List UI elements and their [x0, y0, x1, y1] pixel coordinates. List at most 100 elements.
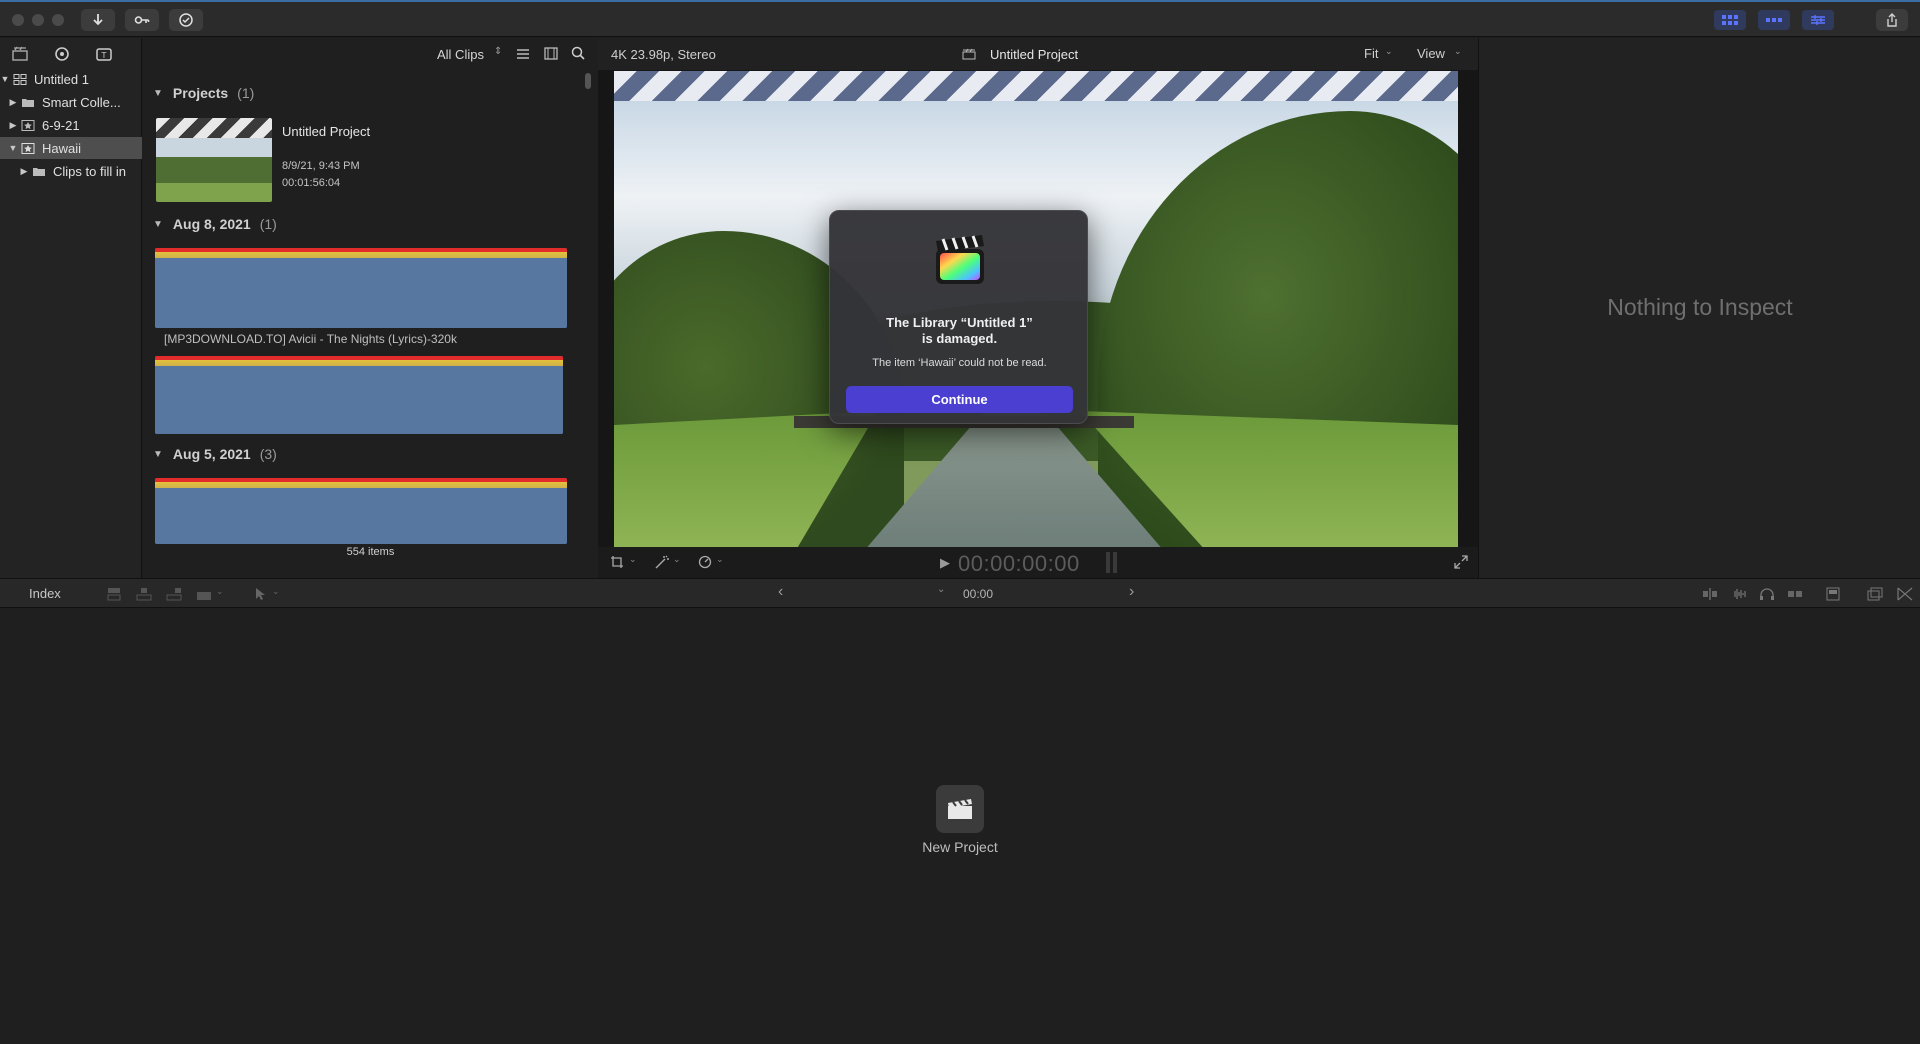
section-count: (1)	[237, 85, 255, 101]
clapper-stripe	[156, 118, 272, 138]
minimize-window-button[interactable]	[32, 14, 44, 26]
browser-layout-button[interactable]	[1714, 10, 1746, 30]
browser-scrollbar[interactable]	[585, 73, 591, 89]
audio-clip-waveform[interactable]	[155, 478, 567, 544]
library-item-6-9-21[interactable]: ▶ 6-9-21	[0, 114, 142, 136]
fit-zoom-menu[interactable]: Fit	[1364, 46, 1378, 61]
timeline-history-icon[interactable]	[1867, 587, 1883, 601]
disclosure-expanded-icon[interactable]: ▼	[153, 219, 163, 230]
continue-button[interactable]: Continue	[846, 386, 1073, 413]
forward-arrow-icon[interactable]: ›	[1129, 583, 1134, 601]
section-projects-header[interactable]: ▼ Projects (1)	[153, 85, 254, 101]
clip-appearance-icon[interactable]	[1825, 587, 1841, 601]
audio-clip-waveform[interactable]	[155, 356, 563, 434]
disclosure-expanded-icon[interactable]: ▼	[153, 88, 163, 99]
library-item-hawaii[interactable]: ▼ Hawaii	[0, 137, 142, 159]
filter-updown-icon[interactable]: ⇕	[494, 46, 502, 57]
chevron-down-icon[interactable]: ⌄	[716, 554, 724, 565]
timeline-toolbar: Index ⌄ ⌄ ‹ ⌄ 00:00 ›	[0, 578, 1920, 608]
disclosure-expanded-icon[interactable]: ▼	[0, 74, 10, 84]
list-view-icon[interactable]	[516, 48, 530, 60]
alert-title-line-2: is damaged.	[921, 331, 998, 346]
project-name[interactable]: Untitled Project	[282, 124, 370, 139]
libraries-icon[interactable]	[11, 46, 29, 62]
inspector-layout-button[interactable]	[1802, 10, 1834, 30]
project-date: 8/9/21, 9:43 PM	[282, 160, 360, 172]
disclosure-collapsed-icon[interactable]: ▶	[19, 166, 29, 177]
disclosure-expanded-icon[interactable]: ▼	[153, 449, 163, 460]
event-star-icon	[21, 142, 35, 154]
photos-audio-icon[interactable]	[53, 46, 71, 62]
section-title: Aug 5, 2021	[172, 446, 251, 462]
disclosure-expanded-icon[interactable]: ▼	[8, 143, 18, 153]
section-count: (1)	[259, 216, 277, 232]
viewer-footer: ⌄ ⌄ ⌄ ▶ 00:00:00:00	[598, 547, 1478, 578]
clip-browser: All Clips ⇕ ▼ Projects (1) Untitled Proj…	[143, 38, 598, 578]
waveform-body	[155, 258, 567, 328]
transform-crop-icon[interactable]	[610, 555, 626, 569]
keywords-button[interactable]	[125, 9, 159, 31]
section-aug-8-header[interactable]: ▼ Aug 8, 2021 (1)	[153, 216, 277, 232]
new-project-label[interactable]: New Project	[860, 839, 1060, 855]
library-item-smart-collections[interactable]: ▶ Smart Colle...	[0, 91, 142, 113]
share-button[interactable]	[1876, 9, 1908, 31]
audio-skimming-icon[interactable]	[1731, 587, 1747, 601]
timeline-layout-button[interactable]	[1758, 10, 1790, 30]
clip-name[interactable]: [MP3DOWNLOAD.TO] Avicii - The Nights (Ly…	[164, 332, 457, 346]
all-clips-filter[interactable]: All Clips	[437, 47, 484, 62]
library-item-clips-to-fill-in[interactable]: ▶ Clips to fill in	[0, 160, 142, 182]
inspector-empty-message: Nothing to Inspect	[1607, 294, 1793, 320]
chevron-down-icon[interactable]: ⌄	[937, 584, 945, 595]
search-icon[interactable]	[571, 46, 585, 60]
svg-text:T: T	[101, 51, 107, 60]
alert-title: The Library “Untitled 1” is damaged.	[830, 315, 1089, 347]
chevron-down-icon[interactable]: ⌄	[1385, 46, 1393, 57]
snapping-icon[interactable]	[1787, 587, 1803, 601]
retime-speed-icon[interactable]	[697, 555, 713, 569]
library-item-label: Smart Colle...	[42, 94, 121, 110]
project-filmstrip-stripe	[614, 71, 1458, 101]
connect-clip-icon[interactable]	[106, 587, 122, 601]
disclosure-collapsed-icon[interactable]: ▶	[8, 97, 18, 108]
library-damaged-alert: The Library “Untitled 1” is damaged. The…	[829, 210, 1088, 424]
titles-generators-icon[interactable]: T	[95, 46, 113, 62]
chevron-down-icon[interactable]: ⌄	[1454, 46, 1462, 57]
fullscreen-icon[interactable]	[1454, 555, 1468, 569]
project-thumbnail[interactable]	[156, 118, 272, 202]
view-menu[interactable]: View	[1417, 46, 1445, 61]
import-button[interactable]	[81, 9, 115, 31]
chevron-down-icon[interactable]: ⌄	[272, 586, 280, 597]
audio-clip-waveform[interactable]	[155, 248, 567, 328]
filmstrip-icon[interactable]	[544, 47, 558, 60]
checkmark-circle-icon	[179, 13, 193, 27]
waveform-body	[155, 366, 563, 434]
back-arrow-icon[interactable]: ‹	[778, 583, 783, 601]
timeline-area[interactable]: New Project	[0, 608, 1920, 1044]
select-arrow-icon[interactable]	[252, 587, 268, 601]
background-tasks-button[interactable]	[169, 9, 203, 31]
insert-clip-icon[interactable]	[136, 587, 152, 601]
chevron-down-icon[interactable]: ⌄	[673, 554, 681, 565]
section-count: (3)	[259, 446, 277, 462]
clip-skimming-icon[interactable]	[1702, 587, 1718, 601]
chevron-down-icon[interactable]: ⌄	[629, 554, 637, 565]
overwrite-clip-icon[interactable]	[196, 587, 212, 601]
format-info: 4K 23.98p, Stereo	[611, 47, 716, 62]
library-untitled-1[interactable]: ▼ Untitled 1	[0, 68, 142, 90]
browser-layout-icon	[1722, 15, 1738, 25]
index-button[interactable]: Index	[29, 586, 61, 601]
chevron-down-icon[interactable]: ⌄	[216, 586, 224, 597]
section-aug-5-header[interactable]: ▼ Aug 5, 2021 (3)	[153, 446, 277, 462]
inspector-panel: Nothing to Inspect	[1478, 38, 1920, 578]
play-icon[interactable]: ▶	[940, 555, 950, 571]
viewer-header: 4K 23.98p, Stereo Untitled Project Fit ⌄…	[598, 38, 1478, 70]
append-clip-icon[interactable]	[166, 587, 182, 601]
new-project-button[interactable]	[936, 785, 984, 833]
enhance-wand-icon[interactable]	[654, 555, 670, 569]
disclosure-collapsed-icon[interactable]: ▶	[8, 120, 18, 131]
zoom-window-button[interactable]	[52, 14, 64, 26]
close-window-button[interactable]	[12, 14, 24, 26]
audio-meter-right	[1113, 552, 1117, 573]
headphones-icon[interactable]	[1759, 587, 1775, 601]
effects-browser-icon[interactable]	[1897, 587, 1913, 601]
